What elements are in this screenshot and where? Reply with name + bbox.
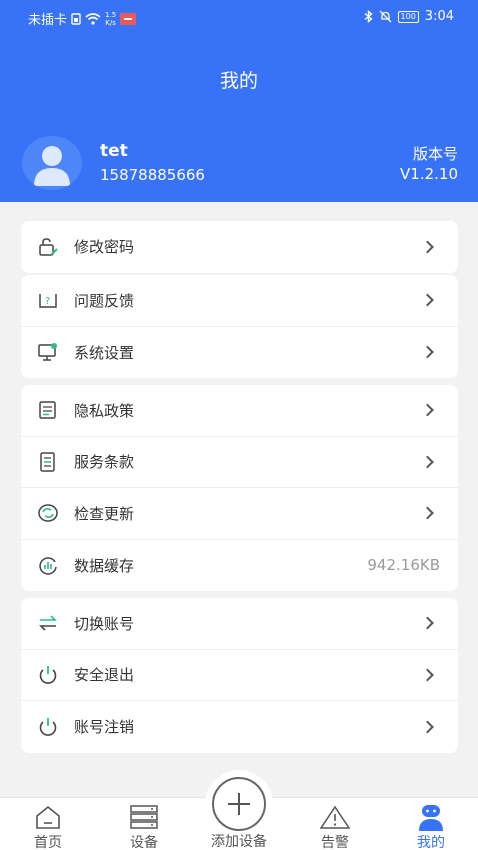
tab-home[interactable]: 首页: [8, 798, 88, 850]
chevron-right-icon: [421, 616, 434, 630]
network-speed: 1.5 K/s: [105, 10, 117, 27]
phone-number: 15878885666: [100, 166, 205, 184]
lock-edit-icon: [39, 237, 58, 256]
menu-group-info: 隐私政策 服务条款 检查更新 数据缓存 942.16KB: [21, 385, 458, 591]
mute-bell-icon: [379, 10, 391, 23]
menu-item-switch-account[interactable]: 切换账号: [21, 598, 458, 650]
device-rack-icon: [130, 805, 158, 829]
chevron-right-icon: [421, 240, 434, 254]
avatar[interactable]: [22, 136, 82, 190]
refresh-icon: [38, 504, 58, 522]
tab-alarms[interactable]: 告警: [295, 798, 375, 850]
chevron-right-icon: [421, 668, 434, 682]
home-icon: [36, 805, 60, 829]
power-icon: [39, 665, 57, 684]
monitor-settings-icon: [38, 343, 57, 361]
menu-item-data-cache[interactable]: 数据缓存 942.16KB: [21, 540, 458, 592]
feedback-icon: ?: [39, 294, 57, 308]
username: tet: [100, 141, 128, 161]
chevron-right-icon: [421, 345, 434, 359]
tab-mine[interactable]: 我的: [391, 798, 471, 850]
wifi-icon: [85, 12, 101, 25]
bluetooth-icon: [364, 10, 373, 23]
power-icon: [39, 717, 57, 736]
chevron-right-icon: [421, 403, 434, 417]
version-label: 版本号: [412, 145, 458, 163]
chevron-right-icon: [421, 293, 434, 307]
chevron-right-icon: [421, 720, 434, 734]
cache-size: 942.16KB: [367, 556, 440, 575]
menu-group-session: 切换账号 安全退出 账号注销: [21, 598, 458, 753]
version-value: V1.2.10: [400, 165, 458, 183]
sim-icon: [71, 12, 81, 25]
svg-text:?: ?: [45, 296, 50, 307]
menu-group-account: 修改密码: [21, 221, 458, 273]
menu-item-system-settings[interactable]: 系统设置: [21, 327, 458, 379]
privacy-doc-icon: [39, 401, 56, 419]
app-notification-icon: [120, 12, 137, 25]
profile-header: 未插卡 1.5 K/s 100 3:04 我的 tet 15878885666 版…: [0, 0, 478, 202]
cache-icon: [39, 557, 57, 575]
plus-icon: [212, 777, 266, 831]
menu-item-safe-logout[interactable]: 安全退出: [21, 650, 458, 701]
page-title: 我的: [219, 70, 258, 92]
add-device-label: 添加设备: [211, 834, 267, 850]
carrier-text: 未插卡: [28, 13, 68, 28]
menu-group-support: ? 问题反馈 系统设置: [21, 275, 458, 378]
menu-item-delete-account[interactable]: 账号注销: [21, 701, 458, 753]
menu-item-privacy-policy[interactable]: 隐私政策: [21, 385, 458, 437]
menu-item-check-update[interactable]: 检查更新: [21, 488, 458, 540]
menu-item-change-password[interactable]: 修改密码: [21, 221, 458, 273]
tab-devices[interactable]: 设备: [104, 798, 184, 850]
chevron-right-icon: [421, 455, 434, 469]
switch-account-icon: [39, 615, 57, 631]
add-device-button[interactable]: [205, 770, 273, 838]
user-avatar-icon: [34, 146, 70, 186]
battery-indicator: 100: [397, 10, 419, 23]
menu-item-terms-of-service[interactable]: 服务条款: [21, 437, 458, 488]
terms-doc-icon: [40, 452, 55, 472]
status-bar: 未插卡 1.5 K/s 100 3:04: [0, 0, 478, 34]
menu-item-feedback[interactable]: ? 问题反馈: [21, 275, 458, 327]
user-robot-icon: [419, 805, 443, 831]
clock: 3:04: [424, 9, 454, 24]
warning-icon: [319, 805, 351, 829]
chevron-right-icon: [421, 506, 434, 520]
